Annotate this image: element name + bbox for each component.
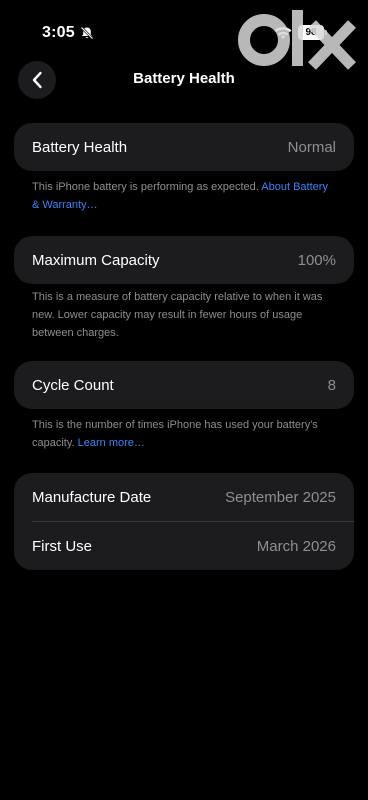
manufacture-date-label: Manufacture Date — [32, 488, 152, 506]
cycle-count-footnote: This is the number of times iPhone has u… — [32, 416, 332, 452]
dates-card: Manufacture Date September 2025 First Us… — [14, 473, 354, 570]
learn-more-link[interactable]: Learn more… — [78, 437, 145, 449]
status-time: 3:05 — [42, 24, 75, 41]
first-use-value: March 2026 — [256, 537, 336, 555]
page-title: Battery Health — [133, 70, 235, 87]
first-use-label: First Use — [32, 537, 92, 555]
maximum-capacity-footnote: This is a measure of battery capacity re… — [32, 291, 323, 339]
silent-bell-icon — [80, 26, 94, 40]
manufacture-date-value: September 2025 — [225, 488, 336, 506]
cycle-count-label: Cycle Count — [32, 376, 114, 394]
cycle-count-row: Cycle Count 8 — [14, 361, 354, 409]
battery-health-footnote-text: This iPhone battery is performing as exp… — [32, 181, 262, 193]
battery-health-footnote: This iPhone battery is performing as exp… — [32, 178, 332, 214]
battery-health-label: Battery Health — [32, 138, 128, 156]
first-use-row: First Use March 2026 — [14, 522, 354, 570]
maximum-capacity-card: Maximum Capacity 100% — [14, 236, 354, 284]
maximum-capacity-label: Maximum Capacity — [32, 251, 160, 269]
battery-health-card[interactable]: Battery Health Normal — [14, 123, 354, 171]
olx-watermark-logo — [238, 10, 356, 70]
maximum-capacity-row: Maximum Capacity 100% — [14, 236, 354, 284]
cycle-count-value: 8 — [327, 376, 336, 394]
manufacture-date-row: Manufacture Date September 2025 — [14, 473, 354, 521]
battery-health-row[interactable]: Battery Health Normal — [14, 123, 354, 171]
maximum-capacity-value: 100% — [297, 251, 336, 269]
cycle-count-footnote-text: This is the number of times iPhone has u… — [32, 419, 318, 449]
cycle-count-card: Cycle Count 8 — [14, 361, 354, 409]
battery-health-value: Normal — [287, 138, 336, 156]
